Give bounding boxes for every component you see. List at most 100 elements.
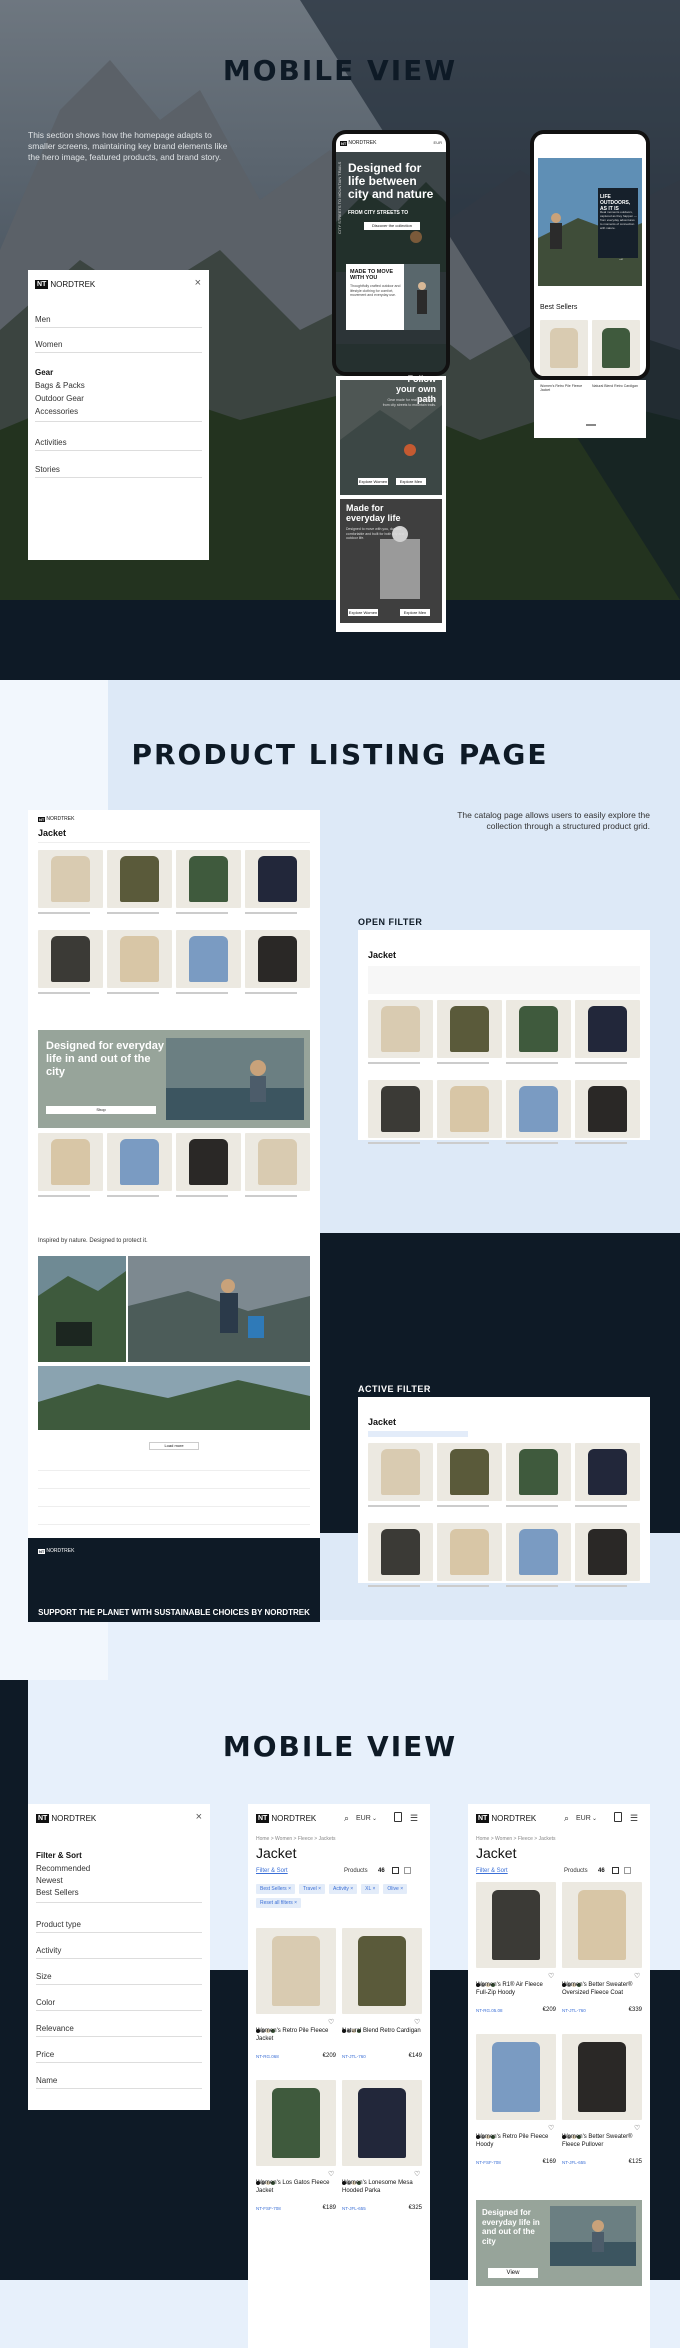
product-card[interactable] bbox=[437, 1080, 502, 1138]
arrow-right-icon[interactable]: → bbox=[618, 256, 624, 262]
filter-chip[interactable]: Olive × bbox=[383, 1884, 408, 1894]
product-card[interactable] bbox=[368, 1443, 433, 1501]
filter-group-size[interactable]: Size bbox=[36, 1972, 52, 1981]
product-name[interactable]: Women's R1® Air Fleece Full-Zip Hoody bbox=[476, 1982, 556, 1997]
product-card[interactable] bbox=[256, 2080, 336, 2166]
currency-select[interactable]: EUR bbox=[576, 1815, 591, 1822]
product-card[interactable] bbox=[107, 930, 172, 988]
product-card[interactable] bbox=[506, 1443, 571, 1501]
list-view-icon[interactable] bbox=[404, 1867, 411, 1874]
brand-logo[interactable]: NT NORDTREK bbox=[36, 1814, 96, 1823]
heart-icon[interactable]: ♡ bbox=[634, 1972, 640, 1980]
currency-select[interactable]: EUR bbox=[356, 1815, 371, 1822]
sort-option-bestsellers[interactable]: Best Sellers bbox=[36, 1888, 79, 1897]
product-card[interactable] bbox=[575, 1443, 640, 1501]
banner-view-button[interactable]: View bbox=[488, 2268, 538, 2278]
product-card[interactable] bbox=[437, 1443, 502, 1501]
menu-item-accessories[interactable]: Accessories bbox=[35, 407, 78, 416]
filter-group-name[interactable]: Name bbox=[36, 2076, 57, 2085]
product-card[interactable] bbox=[437, 1523, 502, 1581]
product-name[interactable]: Natural Blend Retro Cardigan bbox=[342, 2028, 422, 2036]
product-card[interactable] bbox=[562, 2034, 642, 2120]
product-card[interactable] bbox=[107, 850, 172, 908]
chevron-down-icon[interactable]: ⌄ bbox=[372, 1815, 377, 1822]
arrow-right-icon[interactable]: → bbox=[388, 320, 394, 326]
menu-item-outdoor-gear[interactable]: Outdoor Gear bbox=[35, 394, 84, 403]
product-card[interactable] bbox=[245, 930, 310, 988]
product-card[interactable] bbox=[368, 1523, 433, 1581]
filter-group-price[interactable]: Price bbox=[36, 2050, 54, 2059]
banner-shop-button[interactable]: Shop bbox=[46, 1106, 156, 1114]
menu-item-men[interactable]: Men bbox=[35, 315, 51, 324]
explore-women-button[interactable]: Explore Women bbox=[358, 478, 388, 485]
explore-men-button[interactable]: Explore Men bbox=[396, 478, 426, 485]
product-card[interactable] bbox=[176, 850, 241, 908]
active-filter-chips[interactable] bbox=[368, 1431, 468, 1437]
product-name[interactable]: Women's Los Gatos Fleece Jacket bbox=[256, 2180, 336, 2195]
product-card[interactable] bbox=[245, 850, 310, 908]
product-card[interactable] bbox=[342, 1928, 422, 2014]
filter-panel[interactable] bbox=[368, 966, 640, 994]
product-card[interactable] bbox=[107, 1133, 172, 1191]
close-icon[interactable]: × bbox=[196, 1811, 202, 1823]
product-card[interactable] bbox=[592, 320, 640, 376]
product-card[interactable] bbox=[176, 930, 241, 988]
menu-icon[interactable]: ☰ bbox=[410, 1813, 418, 1824]
filter-sort-link[interactable]: Filter & Sort bbox=[476, 1868, 508, 1874]
grid-view-icon[interactable] bbox=[392, 1867, 399, 1874]
brand-logo[interactable]: NT NORDTREK bbox=[256, 1814, 316, 1823]
explore-women-button-2[interactable]: Explore Women bbox=[348, 609, 378, 616]
product-name[interactable]: Women's Better Sweater® Oversized Fleece… bbox=[562, 1982, 642, 1997]
product-card[interactable] bbox=[476, 1882, 556, 1968]
filter-chip[interactable]: Best Sellers × bbox=[256, 1884, 295, 1894]
load-more-button[interactable]: Load more bbox=[149, 1442, 199, 1450]
product-name[interactable]: Women's Retro Pile Fleece Jacket bbox=[256, 2028, 336, 2043]
product-card[interactable] bbox=[38, 850, 103, 908]
product-card[interactable] bbox=[437, 1000, 502, 1058]
heart-icon[interactable]: ♡ bbox=[548, 2124, 554, 2132]
filter-group-relevance[interactable]: Relevance bbox=[36, 2024, 74, 2033]
filter-chip[interactable]: Travel × bbox=[299, 1884, 326, 1894]
menu-item-women[interactable]: Women bbox=[35, 340, 62, 349]
filter-group-product-type[interactable]: Product type bbox=[36, 1920, 81, 1929]
heart-icon[interactable]: ♡ bbox=[634, 2124, 640, 2132]
filter-chip[interactable]: Activity × bbox=[329, 1884, 358, 1894]
product-card[interactable] bbox=[38, 930, 103, 988]
product-card[interactable] bbox=[506, 1000, 571, 1058]
discover-button[interactable]: Discover the collection bbox=[364, 222, 420, 230]
brand-logo[interactable]: NT NORDTREK bbox=[476, 1814, 536, 1823]
heart-icon[interactable]: ♡ bbox=[414, 2018, 420, 2026]
product-name[interactable]: Women's Retro Pile Fleece Hoody bbox=[476, 2134, 556, 2149]
breadcrumb[interactable]: Home > Women > Fleece > Jackets bbox=[256, 1836, 336, 1842]
product-card[interactable] bbox=[368, 1000, 433, 1058]
menu-item-activities[interactable]: Activities bbox=[35, 438, 67, 447]
product-card[interactable] bbox=[256, 1928, 336, 2014]
product-name[interactable]: Women's Lonesome Mesa Hooded Parka bbox=[342, 2180, 422, 2195]
product-card[interactable] bbox=[176, 1133, 241, 1191]
breadcrumb[interactable]: Home > Women > Fleece > Jackets bbox=[476, 1836, 556, 1842]
footer-logo[interactable]: NT NORDTREK bbox=[38, 1548, 74, 1554]
explore-men-button-2[interactable]: Explore Men bbox=[400, 609, 430, 616]
product-card[interactable] bbox=[562, 1882, 642, 1968]
sort-option-recommended[interactable]: Recommended bbox=[36, 1864, 90, 1873]
search-icon[interactable]: ⌕ bbox=[564, 1813, 569, 1824]
product-card[interactable] bbox=[476, 2034, 556, 2120]
bag-icon[interactable] bbox=[614, 1812, 622, 1822]
product-card[interactable] bbox=[506, 1080, 571, 1138]
heart-icon[interactable]: ♡ bbox=[328, 2170, 334, 2178]
filter-group-color[interactable]: Color bbox=[36, 1998, 55, 2007]
list-view-icon[interactable] bbox=[624, 1867, 631, 1874]
chevron-down-icon[interactable]: ⌄ bbox=[592, 1815, 597, 1822]
product-card[interactable] bbox=[575, 1080, 640, 1138]
product-card[interactable] bbox=[575, 1000, 640, 1058]
product-card[interactable] bbox=[38, 1133, 103, 1191]
filter-chip[interactable]: XL × bbox=[361, 1884, 380, 1894]
product-card[interactable] bbox=[540, 320, 588, 376]
menu-icon[interactable]: ☰ bbox=[630, 1813, 638, 1824]
close-icon[interactable]: × bbox=[195, 277, 201, 289]
brand-logo[interactable]: NT NORDTREK bbox=[38, 816, 74, 822]
heart-icon[interactable]: ♡ bbox=[414, 2170, 420, 2178]
filter-sort-link[interactable]: Filter & Sort bbox=[256, 1868, 288, 1874]
currency-select[interactable]: EUR bbox=[434, 140, 442, 145]
product-name[interactable]: Women's Better Sweater® Fleece Pullover bbox=[562, 2134, 642, 2149]
